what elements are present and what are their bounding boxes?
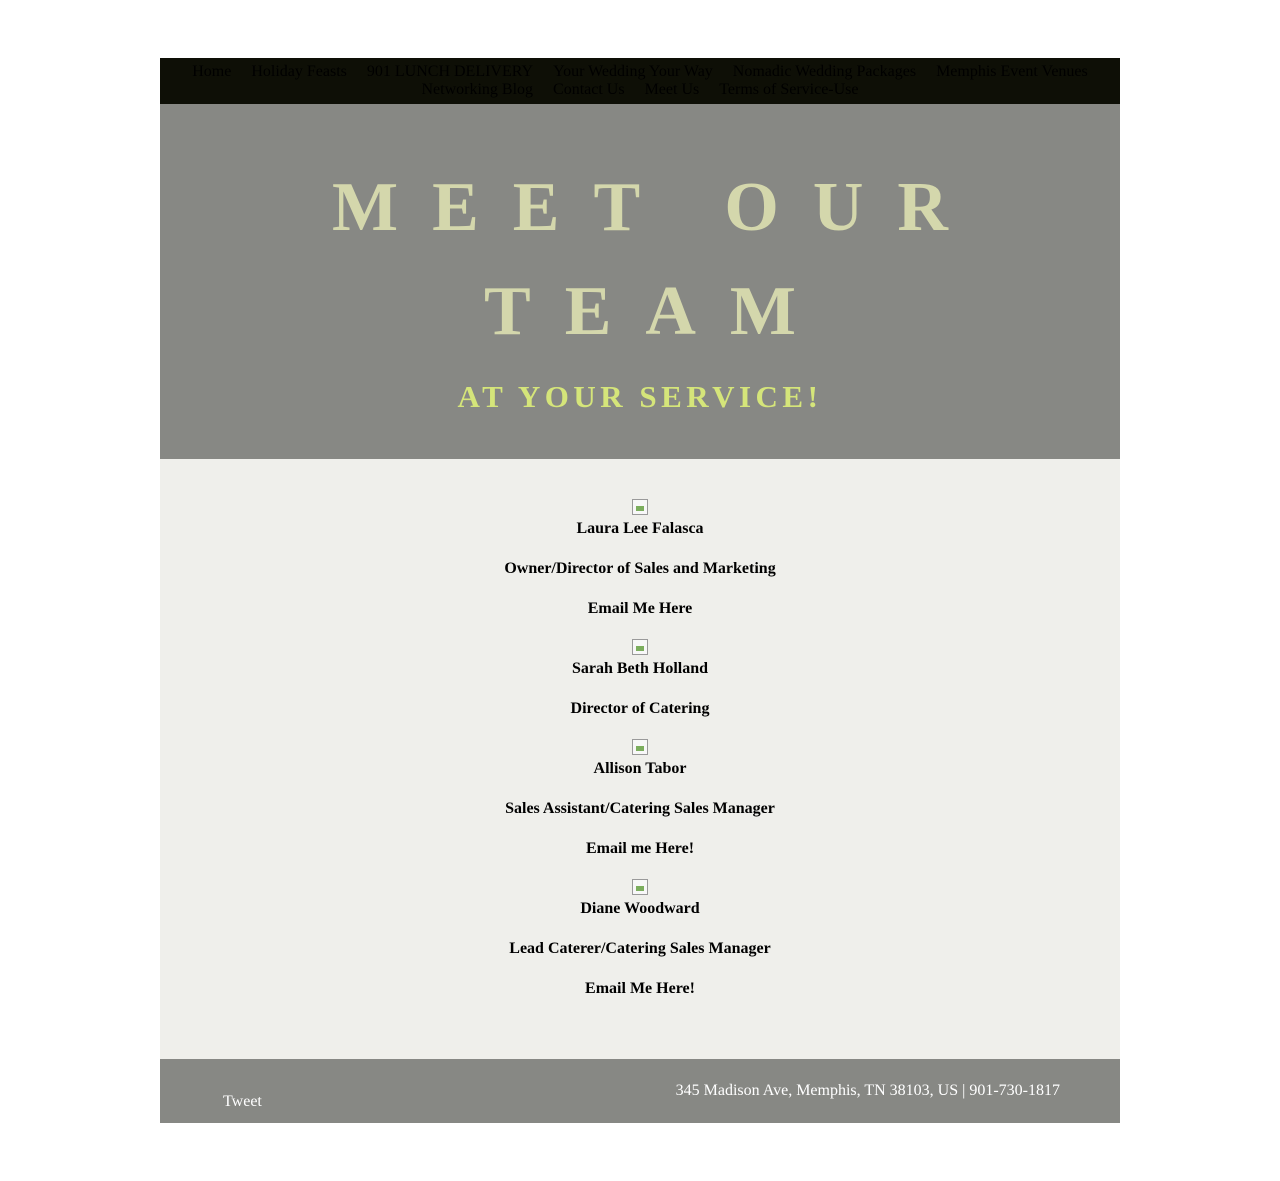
tweet-button[interactable]: Tweet <box>223 1093 262 1111</box>
email-link[interactable]: Email Me Here! <box>160 979 1120 999</box>
nav-link-terms[interactable]: Terms of Service-Use <box>719 81 858 98</box>
team-member: Sarah Beth Holland Director of Catering <box>160 639 1120 719</box>
broken-image-icon <box>632 499 648 515</box>
email-link[interactable]: Email me Here! <box>160 839 1120 859</box>
page-title-line-2: TEAM <box>484 273 830 350</box>
nav-link-contact-us[interactable]: Contact Us <box>553 81 625 98</box>
page-subtitle: AT YOUR SERVICE! <box>457 379 823 414</box>
member-role: Sales Assistant/Catering Sales Manager <box>505 800 775 817</box>
team-member: Allison Tabor Sales Assistant/Catering S… <box>160 739 1120 859</box>
site-footer: Tweet 345 Madison Ave, Memphis, TN 38103… <box>160 1059 1120 1123</box>
main-nav: Home Holiday Feasts 901 LUNCH DELIVERY Y… <box>160 58 1120 104</box>
team-member: Diane Woodward Lead Caterer/Catering Sal… <box>160 879 1120 999</box>
broken-image-icon <box>632 879 648 895</box>
member-name: Allison Tabor <box>593 760 687 777</box>
nav-link-your-wedding[interactable]: Your Wedding Your Way <box>553 63 713 80</box>
page-title: MEET OUR TEAM <box>160 156 1120 364</box>
member-role: Director of Catering <box>570 700 710 717</box>
nav-link-home[interactable]: Home <box>192 63 231 80</box>
team-member: Laura Lee Falasca Owner/Director of Sale… <box>160 499 1120 619</box>
nav-link-meet-us[interactable]: Meet Us <box>645 81 700 98</box>
broken-image-icon <box>632 639 648 655</box>
team-section: Laura Lee Falasca Owner/Director of Sale… <box>160 459 1120 1059</box>
nav-link-event-venues[interactable]: Memphis Event Venues <box>936 63 1088 80</box>
member-name: Laura Lee Falasca <box>576 520 704 537</box>
member-role: Lead Caterer/Catering Sales Manager <box>509 940 771 957</box>
member-name: Sarah Beth Holland <box>571 660 709 677</box>
broken-image-icon <box>632 739 648 755</box>
nav-link-lunch-delivery[interactable]: 901 LUNCH DELIVERY <box>367 63 533 80</box>
nav-link-holiday-feasts[interactable]: Holiday Feasts <box>251 63 347 80</box>
nav-link-nomadic-wedding[interactable]: Nomadic Wedding Packages <box>733 63 916 80</box>
hero-banner: MEET OUR TEAM AT YOUR SERVICE! <box>160 104 1120 459</box>
email-link[interactable]: Email Me Here <box>160 599 1120 619</box>
page-wrapper: Home Holiday Feasts 901 LUNCH DELIVERY Y… <box>160 58 1120 1123</box>
nav-link-networking-blog[interactable]: Networking Blog <box>421 81 533 98</box>
page-title-line-1: MEET OUR <box>332 169 982 246</box>
footer-contact-info: 345 Madison Ave, Memphis, TN 38103, US |… <box>675 1082 1060 1099</box>
member-name: Diane Woodward <box>580 900 700 917</box>
member-role: Owner/Director of Sales and Marketing <box>504 560 776 577</box>
